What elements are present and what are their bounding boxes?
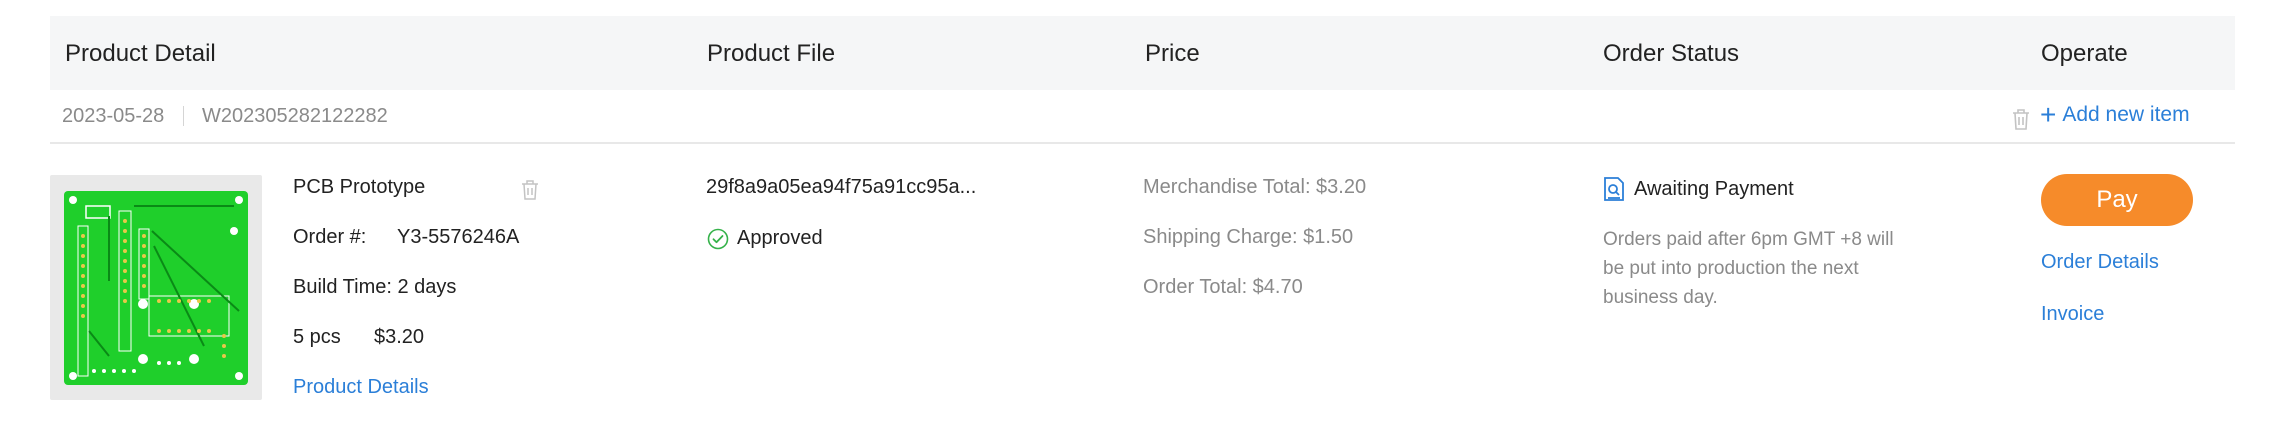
add-new-item-label: Add new item xyxy=(2062,103,2190,126)
column-operate: Operate xyxy=(2041,40,2128,67)
column-product-detail: Product Detail xyxy=(65,40,216,67)
product-thumbnail[interactable] xyxy=(50,175,262,400)
document-search-icon xyxy=(1604,177,1624,201)
trash-icon[interactable] xyxy=(520,179,540,201)
order-num-value: Y3-5576246A xyxy=(397,226,520,248)
shipping-charge: Shipping Charge: $1.50 xyxy=(1143,226,1354,248)
order-status: Awaiting Payment xyxy=(1603,176,1794,202)
product-details-link[interactable]: Product Details xyxy=(293,376,429,399)
file-approval-status: Approved xyxy=(707,227,823,250)
quantity: 5 pcs xyxy=(293,326,341,348)
order-status-label: Awaiting Payment xyxy=(1634,177,1794,200)
table-header: Product Detail Product File Price Order … xyxy=(50,16,2235,90)
pcb-image xyxy=(64,191,248,385)
order-num-label: Order #: xyxy=(293,226,367,248)
add-new-item-button[interactable]: + Add new item xyxy=(2040,99,2190,130)
order-total: Order Total: $4.70 xyxy=(1143,276,1303,298)
approved-label: Approved xyxy=(737,227,823,249)
trash-icon[interactable] xyxy=(2010,107,2032,131)
order-number: W202305282122282 xyxy=(202,105,388,127)
column-price: Price xyxy=(1145,40,1200,67)
build-time: Build Time: 2 days xyxy=(293,276,457,298)
unit-price: $3.20 xyxy=(374,326,425,348)
column-order-status: Order Status xyxy=(1603,40,1740,67)
invoice-link[interactable]: Invoice xyxy=(2041,303,2104,326)
production-note: Orders paid after 6pm GMT +8 will be put… xyxy=(1603,229,1894,308)
order-date: 2023-05-28 xyxy=(62,105,165,127)
meta-divider xyxy=(183,106,184,126)
column-product-file: Product File xyxy=(707,40,836,67)
product-file-name[interactable]: 29f8a9a05ea94f75a91cc95a... xyxy=(706,176,976,199)
order-details-link[interactable]: Order Details xyxy=(2041,251,2159,274)
order-meta-row: 2023-05-28 W202305282122282 + Add new it… xyxy=(50,90,2235,144)
check-circle-icon xyxy=(707,228,729,249)
plus-icon: + xyxy=(2040,99,2057,130)
pay-button[interactable]: Pay xyxy=(2041,174,2193,226)
order-list: Product Detail Product File Price Order … xyxy=(0,0,2275,430)
product-name: PCB Prototype xyxy=(293,176,426,198)
merchandise-total: Merchandise Total: $3.20 xyxy=(1143,176,1367,198)
